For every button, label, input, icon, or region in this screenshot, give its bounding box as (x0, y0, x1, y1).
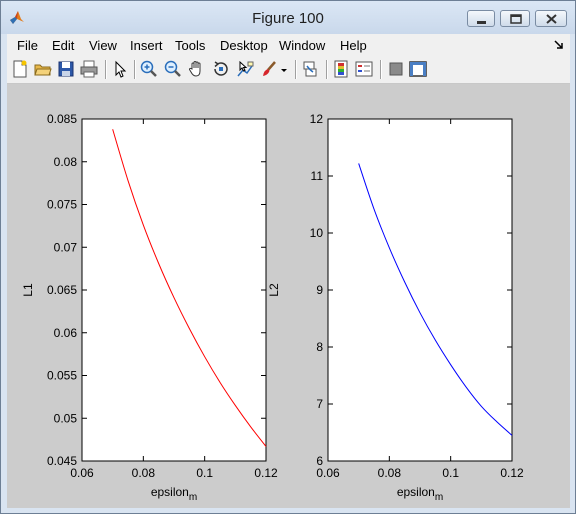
y-tick-label: 11 (311, 169, 324, 183)
x-axis-label-text: epsilon (151, 485, 189, 499)
y-tick-label: 7 (316, 397, 323, 411)
menu-window[interactable]: Window (279, 38, 325, 53)
menu-file[interactable]: File (17, 38, 38, 53)
hide-plot-tools-icon[interactable] (387, 60, 405, 78)
x-tick-label: 0.12 (254, 466, 278, 480)
x-tick-label: 0.06 (316, 466, 340, 480)
toolbar-separator (295, 60, 297, 79)
y-tick-label: 0.065 (47, 283, 77, 297)
menu-edit[interactable]: Edit (52, 38, 74, 53)
x-axis-label-subscript: m (435, 492, 443, 503)
toolbar-separator (380, 60, 382, 79)
data-cursor-icon[interactable] (236, 60, 254, 78)
x-tick-label: 0.08 (132, 466, 156, 480)
toolbar-separator (105, 60, 107, 79)
menu-desktop[interactable]: Desktop (220, 38, 268, 53)
brush-icon[interactable] (260, 60, 278, 78)
title-bar[interactable]: Figure 100 (1, 1, 575, 34)
edit-plot-arrow-icon[interactable] (111, 60, 129, 78)
menu-insert[interactable]: Insert (130, 38, 163, 53)
minimize-button[interactable] (467, 10, 495, 27)
minimize-icon (477, 21, 486, 24)
print-icon[interactable] (80, 60, 98, 78)
x-tick-label: 0.1 (442, 466, 459, 480)
brush-dropdown-icon[interactable] (279, 60, 289, 78)
pan-hand-icon[interactable] (188, 60, 206, 78)
x-axis-label: epsilonm (397, 485, 443, 503)
toolbar-separator (134, 60, 136, 79)
y-tick-label: 0.08 (54, 155, 78, 169)
x-axis-label: epsilonm (151, 485, 197, 503)
open-file-icon[interactable] (34, 60, 52, 78)
new-figure-icon[interactable] (11, 60, 29, 78)
save-icon[interactable] (57, 60, 75, 78)
y-axis-label: L2 (267, 283, 281, 297)
x-tick-label: 0.06 (70, 466, 94, 480)
y-tick-label: 0.075 (47, 198, 77, 212)
x-axis-label-text: epsilon (397, 485, 435, 499)
y-tick-label: 0.085 (47, 112, 77, 126)
x-axis-label-subscript: m (189, 492, 197, 503)
figure-canvas[interactable]: 0.045 0.05 0.055 0.06 0.065 0.07 0.075 0.08 0.08… (7, 84, 570, 508)
show-plot-tools-icon[interactable] (409, 60, 427, 78)
zoom-out-icon[interactable] (164, 60, 182, 78)
y-tick-label: 9 (316, 283, 323, 297)
close-button[interactable] (535, 10, 567, 27)
toolbar-separator (326, 60, 328, 79)
y-tick-label: 0.07 (54, 240, 78, 254)
menu-bar: File Edit View Insert Tools Desktop Wind… (7, 34, 570, 56)
x-tick-label: 0.12 (500, 466, 524, 480)
y-tick-label: 12 (310, 112, 324, 126)
zoom-in-icon[interactable] (140, 60, 158, 78)
x-tick-label: 0.1 (196, 466, 213, 480)
y-tick-label: 0.055 (47, 369, 77, 383)
menu-view[interactable]: View (89, 38, 117, 53)
dock-arrow-icon[interactable] (554, 40, 564, 50)
maximize-icon (510, 14, 522, 24)
y-tick-label: 10 (310, 226, 324, 240)
insert-legend-icon[interactable] (355, 60, 373, 78)
y-tick-label: 0.06 (54, 326, 78, 340)
plot-area: 0.0450.050.0550.060.0650.070.0750.080.08… (21, 112, 524, 503)
y-axis-label: L1 (21, 283, 35, 297)
y-tick-label: 8 (316, 340, 323, 354)
figure-toolbar (7, 56, 570, 84)
menu-help[interactable]: Help (340, 38, 367, 53)
y-tick-label: 0.05 (54, 411, 78, 425)
maximize-button[interactable] (500, 10, 530, 27)
insert-colorbar-icon[interactable] (332, 60, 350, 78)
x-tick-label: 0.08 (378, 466, 402, 480)
menu-tools[interactable]: Tools (175, 38, 205, 53)
figure-window: Figure 100 File Edit View Insert Tools D… (0, 0, 576, 514)
rotate-3d-icon[interactable] (212, 60, 230, 78)
close-icon (546, 14, 557, 24)
link-plot-icon[interactable] (301, 60, 319, 78)
